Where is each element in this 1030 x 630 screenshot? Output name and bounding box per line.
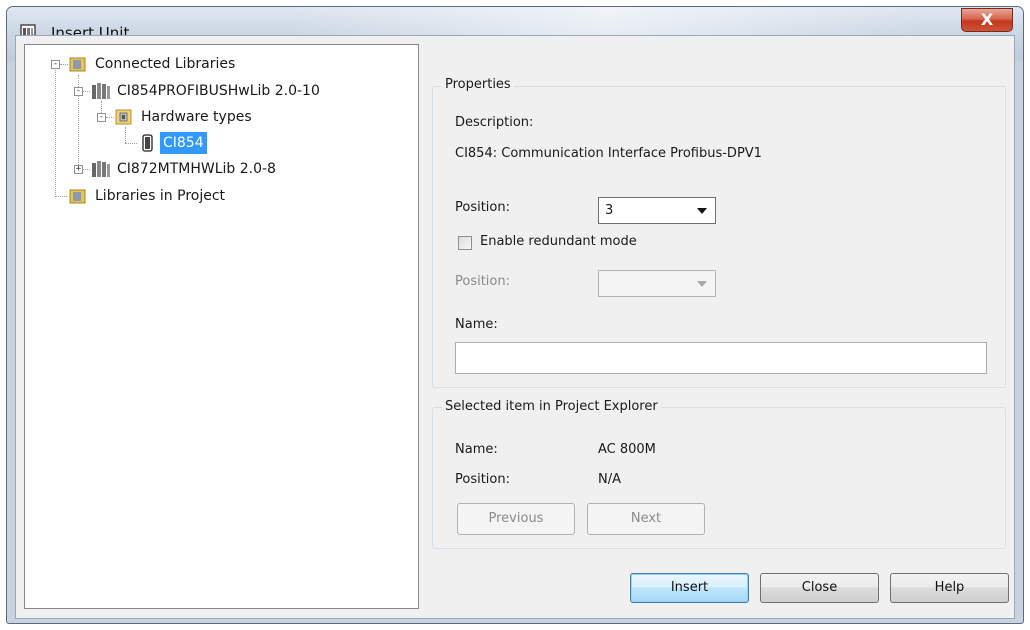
tree-item-ci872-library[interactable]: + CI872MTMHWLib 2.0-8	[25, 158, 415, 180]
position-dropdown-value: 3	[605, 203, 614, 218]
tree-item-label: Connected Libraries	[95, 56, 236, 72]
tree-item-hardware-types[interactable]: - Hardware types	[25, 106, 415, 128]
library-folder-icon	[69, 187, 87, 213]
enable-redundant-label[interactable]: Enable redundant mode	[480, 234, 637, 249]
collapse-icon[interactable]: -	[97, 113, 106, 122]
window-close-button[interactable]: X	[961, 8, 1013, 32]
tree-item-label: CI854PROFIBUSHwLib 2.0-10	[117, 83, 320, 99]
properties-group-title: Properties	[442, 77, 514, 92]
enable-redundant-checkbox[interactable]	[458, 236, 472, 250]
name-label: Name:	[455, 317, 498, 332]
tree-item-label: Hardware types	[141, 109, 252, 125]
library-tree[interactable]: - Connected Libraries - CI854PROFIBUSHwL…	[24, 44, 419, 609]
name-input[interactable]	[455, 342, 987, 374]
selected-name-value: AC 800M	[598, 442, 656, 457]
next-button[interactable]: Next	[587, 503, 705, 535]
collapse-icon[interactable]: -	[74, 87, 83, 96]
collapse-icon[interactable]: -	[51, 60, 60, 69]
tree-item-label: CI872MTMHWLib 2.0-8	[117, 161, 276, 177]
redundant-position-label: Position:	[455, 274, 510, 289]
description-label: Description:	[455, 115, 534, 130]
chevron-down-icon	[697, 208, 707, 214]
position-label: Position:	[455, 200, 510, 215]
tree-item-label: Libraries in Project	[95, 188, 226, 204]
tree-item-ci854[interactable]: CI854	[25, 132, 415, 154]
selected-position-label: Position:	[455, 472, 510, 487]
insert-button[interactable]: Insert	[630, 573, 749, 603]
position-dropdown[interactable]: 3	[598, 197, 716, 224]
hardware-library-icon	[91, 160, 111, 186]
tree-item-connected-libraries[interactable]: - Connected Libraries	[25, 53, 415, 75]
help-button[interactable]: Help	[890, 573, 1009, 603]
chevron-down-icon	[697, 281, 707, 287]
selected-item-group-title: Selected item in Project Explorer	[442, 399, 661, 414]
hardware-unit-icon	[141, 134, 155, 160]
close-icon: X	[980, 10, 994, 29]
expand-icon[interactable]: +	[74, 165, 83, 174]
hardware-library-icon	[91, 82, 111, 108]
selected-position-value: N/A	[598, 472, 621, 487]
folder-icon	[115, 108, 133, 134]
tree-item-libraries-in-project[interactable]: Libraries in Project	[25, 185, 415, 207]
tree-item-ci854-library[interactable]: - CI854PROFIBUSHwLib 2.0-10	[25, 80, 415, 102]
library-folder-icon	[69, 55, 87, 81]
selected-name-label: Name:	[455, 442, 498, 457]
description-value: CI854: Communication Interface Profibus-…	[455, 146, 762, 161]
redundant-position-dropdown[interactable]	[598, 270, 716, 297]
tree-item-label: CI854	[160, 132, 207, 154]
previous-button[interactable]: Previous	[457, 503, 575, 535]
close-button[interactable]: Close	[760, 573, 879, 603]
